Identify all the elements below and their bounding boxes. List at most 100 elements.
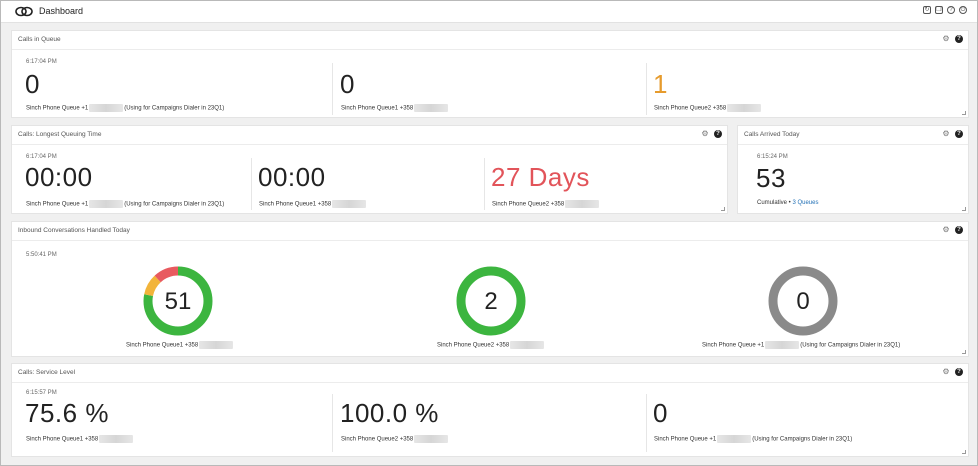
queue-label-name: Sinch Phone Queue1 +358: [341, 105, 414, 112]
divider: [646, 394, 647, 452]
redacted-number: [414, 104, 449, 112]
timestamp: 5:50:41 PM: [26, 252, 57, 258]
top-bar: Dashboard ↻ ❐ ? ⏻: [1, 1, 977, 23]
help-icon[interactable]: ?: [955, 35, 963, 43]
app-title: Dashboard: [39, 6, 84, 16]
donut-value: 51: [164, 288, 192, 315]
queue-label-name: Sinch Phone Queue2 +358: [654, 105, 727, 112]
donut-value: 0: [796, 288, 810, 315]
gear-icon[interactable]: ⚙: [942, 130, 950, 138]
gear-icon[interactable]: ⚙: [942, 35, 950, 43]
panel-header: Inbound Conversations Handled Today ⚙ ?: [12, 222, 968, 241]
resize-handle[interactable]: [962, 111, 966, 115]
queue-label-name: Sinch Phone Queue2 +358: [341, 436, 414, 443]
queue-label-name: Sinch Phone Queue1 +358: [126, 342, 199, 349]
redacted-number: [510, 341, 545, 349]
queue-label: Sinch Phone Queue2 +358: [437, 341, 545, 349]
resize-handle[interactable]: [962, 450, 966, 454]
queue-label: Sinch Phone Queue1 +358: [126, 341, 234, 349]
queue-label-note: (Using for Campaigns Dialer in 23Q1): [752, 436, 853, 443]
help-circle-icon[interactable]: ?: [947, 6, 955, 14]
queue-label: Sinch Phone Queue2 +358: [492, 200, 600, 208]
service-level-value: 0: [653, 398, 668, 428]
queue-label: Sinch Phone Queue1 +358: [341, 104, 449, 112]
divider: [484, 158, 485, 210]
queue-label-name: Sinch Phone Queue2 +358: [492, 201, 565, 208]
resize-handle[interactable]: [962, 207, 966, 211]
gear-icon[interactable]: ⚙: [942, 226, 950, 234]
panel-inbound-handled-today: Inbound Conversations Handled Today ⚙ ? …: [11, 221, 969, 357]
redacted-number: [727, 104, 762, 112]
queue-label-name: Sinch Phone Queue +1: [26, 105, 89, 112]
redacted-number: [199, 341, 234, 349]
panel-longest-queuing-time: Calls: Longest Queuing Time ⚙ ? 6:17:04 …: [11, 125, 728, 214]
queue-label-note: (Using for Campaigns Dialer in 23Q1): [124, 105, 225, 112]
divider: [332, 394, 333, 452]
timestamp: 6:17:04 PM: [26, 154, 57, 160]
arrived-count-value: 53: [756, 163, 786, 193]
help-icon[interactable]: ?: [955, 368, 963, 376]
queue-label: Sinch Phone Queue1 +358: [26, 435, 134, 443]
queue-count-value: 0: [25, 69, 40, 99]
timestamp: 6:15:24 PM: [757, 154, 788, 160]
queue-label-name: Sinch Phone Queue2 +358: [437, 342, 510, 349]
queue-label: Sinch Phone Queue +1 (Using for Campaigns…: [26, 104, 224, 112]
queue-label-name: Sinch Phone Queue +1: [654, 436, 717, 443]
help-icon[interactable]: ?: [714, 130, 722, 138]
resize-handle[interactable]: [721, 207, 725, 211]
queue-label: Sinch Phone Queue2 +358: [654, 104, 762, 112]
queue-label-note: (Using for Campaigns Dialer in 23Q1): [800, 342, 901, 349]
queue-label: Sinch Phone Queue +1 (Using for Campaigns…: [654, 435, 852, 443]
queue-label: Sinch Phone Queue1 +358: [259, 200, 367, 208]
queuing-time-value: 00:00: [25, 162, 93, 192]
panel-service-level: Calls: Service Level ⚙ ? 6:15:57 PM 75.6…: [11, 363, 969, 457]
panel-title: Calls Arrived Today: [744, 131, 800, 138]
service-level-value: 100.0 %: [340, 398, 439, 428]
redacted-number: [414, 435, 449, 443]
cumulative-label: Cumulative •: [757, 200, 791, 206]
donut-value: 2: [484, 288, 498, 315]
cumulative-note: Cumulative • 3 Queues: [757, 200, 818, 206]
queue-label: Sinch Phone Queue +1 (Using for Campaigns…: [702, 341, 900, 349]
panel-calls-in-queue: Calls in Queue ⚙ ? 6:17:04 PM 0 Sinch Ph…: [11, 30, 969, 118]
queue-label-name: Sinch Phone Queue +1: [26, 201, 89, 208]
divider: [332, 63, 333, 115]
divider: [646, 63, 647, 115]
redacted-number: [565, 200, 600, 208]
panel-header: Calls: Longest Queuing Time ⚙ ?: [12, 126, 727, 145]
redacted-number: [332, 200, 367, 208]
queue-label: Sinch Phone Queue2 +358: [341, 435, 449, 443]
queue-label: Sinch Phone Queue +1 (Using for Campaigns…: [26, 200, 224, 208]
panel-header: Calls in Queue ⚙ ?: [12, 31, 968, 50]
timestamp: 6:15:57 PM: [26, 390, 57, 396]
gear-icon[interactable]: ⚙: [942, 368, 950, 376]
help-icon[interactable]: ?: [955, 130, 963, 138]
redacted-number: [89, 104, 124, 112]
divider: [251, 158, 252, 210]
help-icon[interactable]: ?: [955, 226, 963, 234]
panel-calls-arrived-today: Calls Arrived Today ⚙ ? 6:15:24 PM 53 Cu…: [737, 125, 969, 214]
power-icon[interactable]: ⏻: [959, 6, 967, 14]
gear-icon[interactable]: ⚙: [701, 130, 709, 138]
panel-title: Inbound Conversations Handled Today: [18, 227, 130, 234]
queue-label-name: Sinch Phone Queue1 +358: [259, 201, 332, 208]
queue-label-name: Sinch Phone Queue1 +358: [26, 436, 99, 443]
queuing-time-value: 27 Days: [491, 162, 590, 192]
queue-count-value: 0: [340, 69, 355, 99]
queue-label-name: Sinch Phone Queue +1: [702, 342, 765, 349]
panel-header: Calls: Service Level ⚙ ?: [12, 364, 968, 383]
redacted-number: [99, 435, 134, 443]
refresh-icon[interactable]: ↻: [923, 6, 931, 14]
queue-count-value: 1: [653, 69, 668, 99]
sinch-logo-icon: [15, 6, 33, 17]
queuing-time-value: 00:00: [258, 162, 326, 192]
queue-label-note: (Using for Campaigns Dialer in 23Q1): [124, 201, 225, 208]
resize-handle[interactable]: [962, 350, 966, 354]
panel-title: Calls in Queue: [18, 36, 61, 43]
queues-link[interactable]: 3 Queues: [792, 200, 818, 206]
copy-icon[interactable]: ❐: [935, 6, 943, 14]
panel-title: Calls: Longest Queuing Time: [18, 131, 102, 138]
redacted-number: [717, 435, 752, 443]
panel-title: Calls: Service Level: [18, 369, 76, 376]
redacted-number: [765, 341, 800, 349]
